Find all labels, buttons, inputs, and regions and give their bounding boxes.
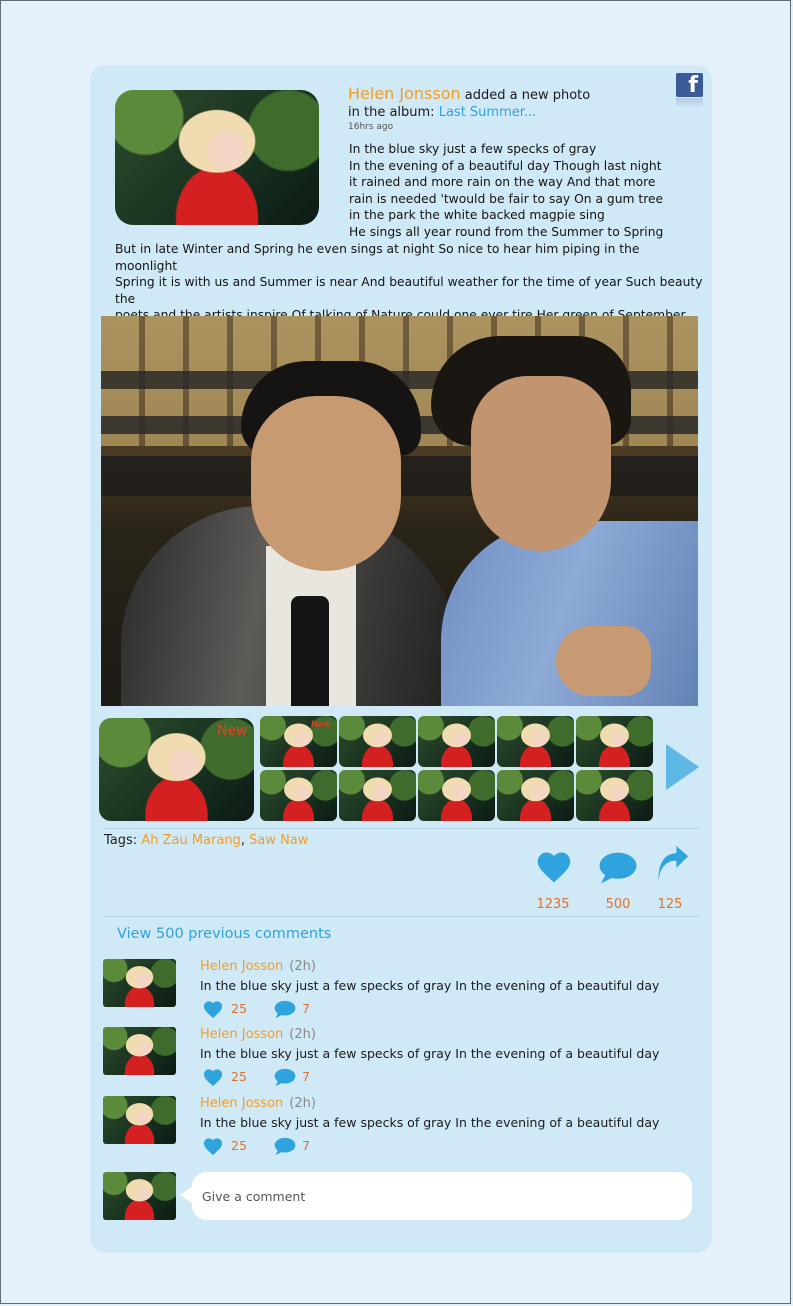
- thumbnail[interactable]: [418, 770, 495, 821]
- commenter-avatar[interactable]: [103, 1027, 176, 1075]
- thumbnail[interactable]: [260, 770, 337, 821]
- post-time: 16hrs ago: [348, 122, 394, 132]
- main-photo[interactable]: [101, 316, 698, 706]
- post-action: added a new photo: [464, 88, 591, 103]
- comment-reply-count: 7: [302, 1001, 310, 1016]
- commenter-avatar[interactable]: [103, 959, 176, 1007]
- divider: [104, 916, 700, 917]
- comment-input[interactable]: [192, 1172, 692, 1220]
- heart-icon[interactable]: [535, 850, 573, 884]
- commenter-name[interactable]: Helen Josson: [200, 1096, 283, 1111]
- new-badge: New: [217, 723, 248, 739]
- author-name[interactable]: Helen Jonsson: [348, 84, 461, 103]
- thumbnail[interactable]: [576, 770, 653, 821]
- comment-item: Helen Josson (2h) In the blue sky just a …: [103, 1096, 703, 1156]
- album-prefix: in the album:: [348, 105, 435, 120]
- my-avatar[interactable]: [103, 1172, 176, 1220]
- comment-time: (2h): [289, 1096, 316, 1111]
- comment-text: In the blue sky just a few specks of gra…: [200, 978, 660, 993]
- tags-line: Tags: Ah Zau Marang, Saw Naw: [104, 833, 308, 848]
- thumbnail[interactable]: [339, 770, 416, 821]
- comment-like-count: 25: [231, 1069, 247, 1084]
- album-link[interactable]: Last Summer...: [439, 105, 537, 120]
- divider: [104, 828, 700, 829]
- facebook-icon[interactable]: f: [676, 73, 703, 109]
- comment-time: (2h): [289, 959, 316, 974]
- post-header: Helen Jonsson added a new photo in the a…: [348, 85, 678, 133]
- comment-like-count: 25: [231, 1001, 247, 1016]
- thumbnail-grid: New: [260, 716, 660, 822]
- post-text-upper: In the blue sky just a few specks of gra…: [349, 142, 664, 239]
- heart-icon[interactable]: [202, 1068, 224, 1087]
- tags-label: Tags:: [104, 833, 138, 848]
- comment-reply-count: 7: [302, 1138, 310, 1153]
- next-arrow-icon[interactable]: [666, 744, 699, 790]
- speech-bubble-icon[interactable]: [273, 1000, 297, 1019]
- thumbnail[interactable]: [339, 716, 416, 767]
- comment-item: Helen Josson (2h) In the blue sky just a …: [103, 1027, 703, 1087]
- comment-like-count: 25: [231, 1138, 247, 1153]
- speech-bubble-icon[interactable]: [273, 1137, 297, 1156]
- like-action[interactable]: [535, 850, 573, 888]
- thumbnail[interactable]: [497, 770, 574, 821]
- comment-time: (2h): [289, 1027, 316, 1042]
- thumbnail[interactable]: [576, 716, 653, 767]
- comment-action[interactable]: [598, 851, 638, 889]
- commenter-name[interactable]: Helen Josson: [200, 1027, 283, 1042]
- heart-icon[interactable]: [202, 1137, 224, 1156]
- share-arrow-icon[interactable]: [654, 846, 690, 884]
- comment-text: In the blue sky just a few specks of gra…: [200, 1046, 660, 1061]
- tag-link[interactable]: Ah Zau Marang: [141, 833, 241, 848]
- like-count: 1235: [536, 897, 570, 912]
- share-action[interactable]: [654, 846, 690, 888]
- comment-reply-count: 7: [302, 1069, 310, 1084]
- comment-text: In the blue sky just a few specks of gra…: [200, 1115, 660, 1130]
- share-count: 125: [657, 897, 683, 912]
- thumbnail[interactable]: [497, 716, 574, 767]
- thumbnail[interactable]: [418, 716, 495, 767]
- tag-separator: ,: [240, 833, 245, 848]
- new-badge-small: New: [311, 720, 331, 730]
- author-avatar[interactable]: [115, 90, 319, 225]
- speech-bubble-icon[interactable]: [598, 851, 638, 885]
- view-previous-comments-link[interactable]: View 500 previous comments: [117, 926, 331, 942]
- heart-icon[interactable]: [202, 1000, 224, 1019]
- commenter-avatar[interactable]: [103, 1096, 176, 1144]
- comment-count: 500: [605, 897, 631, 912]
- speech-bubble-icon[interactable]: [273, 1068, 297, 1087]
- commenter-name[interactable]: Helen Josson: [200, 959, 283, 974]
- tag-link[interactable]: Saw Naw: [249, 833, 308, 848]
- comment-item: Helen Josson (2h) In the blue sky just a …: [103, 959, 703, 1019]
